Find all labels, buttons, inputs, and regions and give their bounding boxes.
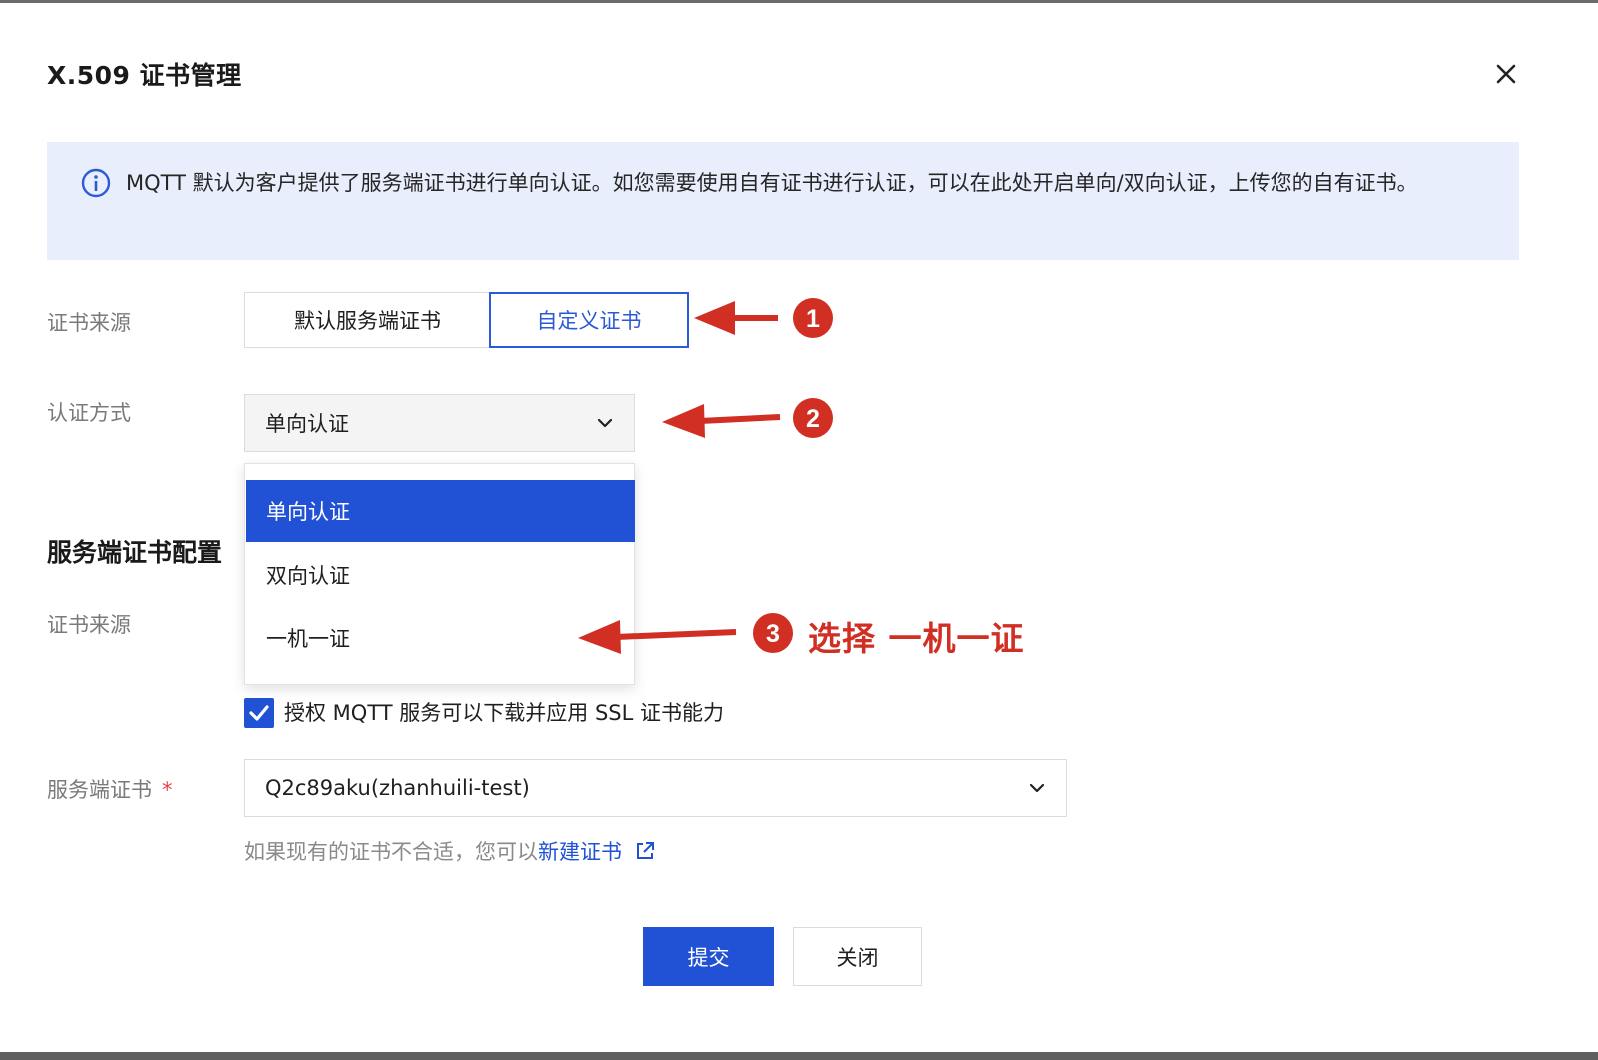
chevron-down-icon	[1029, 783, 1045, 793]
badge-3-number: 3	[766, 620, 780, 648]
info-icon	[81, 168, 111, 198]
annotation-badge-3: 3	[753, 613, 793, 653]
cert-source-label: 证书来源	[47, 311, 131, 335]
server-cert-source-label: 证书来源	[47, 613, 131, 637]
authorize-ssl-checkbox[interactable]	[244, 698, 274, 728]
required-mark: *	[162, 778, 173, 802]
annotation-step3-text: 选择 一机一证	[808, 619, 1025, 658]
check-icon	[249, 705, 269, 721]
auth-method-label: 认证方式	[47, 401, 131, 425]
segment-default-server-cert[interactable]: 默认服务端证书	[244, 292, 490, 348]
notice-text: MQTT 默认为客户提供了服务端证书进行单向认证。如您需要使用自有证书进行认证，…	[126, 171, 1418, 195]
auth-method-dropdown: 单向认证 双向认证 一机一证	[244, 463, 635, 685]
new-cert-link[interactable]: 新建证书	[538, 836, 622, 866]
external-link-icon[interactable]	[634, 840, 656, 862]
close-button[interactable]: 关闭	[793, 927, 922, 986]
auth-method-select[interactable]: 单向认证	[244, 394, 635, 452]
new-cert-hint: 如果现有的证书不合适，您可以 新建证书	[244, 836, 656, 866]
badge-2-number: 2	[806, 405, 820, 433]
close-icon[interactable]	[1490, 58, 1522, 90]
annotation-badge-2: 2	[793, 398, 833, 438]
authorize-ssl-label: 授权 MQTT 服务可以下载并应用 SSL 证书能力	[284, 701, 724, 725]
hint-text: 如果现有的证书不合适，您可以	[244, 840, 538, 864]
dialog-title: X.509 证书管理	[47, 61, 242, 90]
option-one-way-auth[interactable]: 单向认证	[246, 480, 635, 542]
window-bottom-border	[0, 1052, 1598, 1060]
badge-1-number: 1	[806, 305, 820, 333]
option-two-way-auth[interactable]: 双向认证	[246, 544, 635, 606]
segment-custom-cert[interactable]: 自定义证书	[489, 292, 689, 348]
server-cert-value: Q2c89aku(zhanhuili-test)	[265, 776, 530, 800]
annotation-arrow-1	[694, 301, 778, 335]
option-one-device-one-cert[interactable]: 一机一证	[246, 607, 635, 669]
server-cert-label-text: 服务端证书	[47, 778, 152, 802]
annotation-badge-1: 1	[793, 298, 833, 338]
auth-method-value: 单向认证	[265, 412, 349, 436]
annotation-arrow-2	[662, 404, 781, 438]
chevron-down-icon	[597, 418, 613, 428]
window-top-border	[0, 0, 1598, 3]
server-cert-select[interactable]: Q2c89aku(zhanhuili-test)	[244, 759, 1067, 817]
server-cert-label: 服务端证书 *	[47, 774, 173, 804]
submit-button[interactable]: 提交	[643, 927, 774, 986]
server-cert-config-title: 服务端证书配置	[47, 538, 223, 567]
